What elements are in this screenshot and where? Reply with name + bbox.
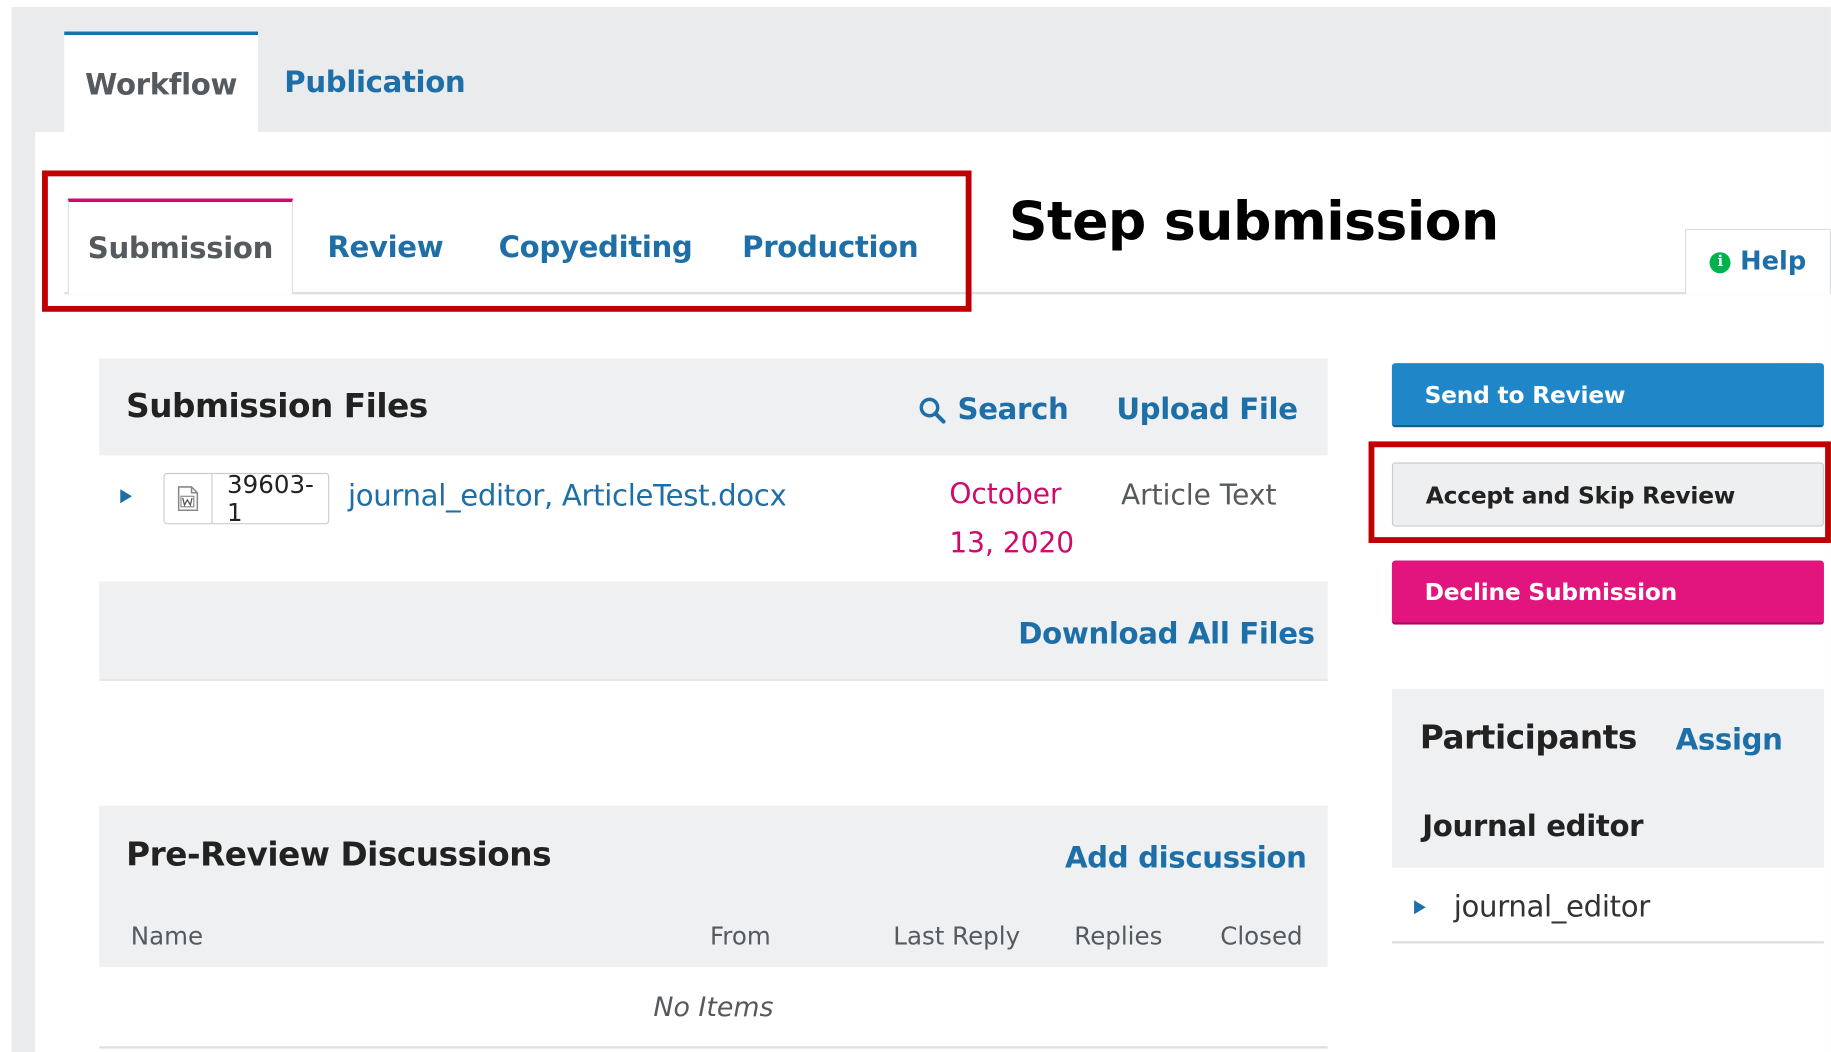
column-header-replies: Replies	[1074, 922, 1163, 951]
info-icon: i	[1709, 251, 1731, 273]
empty-list-message: No Items	[653, 992, 774, 1023]
tab-publication[interactable]: Publication	[258, 32, 492, 134]
download-all-files-button[interactable]: Download All Files	[1018, 617, 1315, 651]
expand-participant-icon[interactable]	[1414, 900, 1426, 915]
file-type: Article Text	[1120, 478, 1277, 512]
upload-file-button[interactable]: Upload File	[1116, 392, 1298, 426]
tab-workflow-label: Workflow	[85, 67, 238, 102]
help-tab[interactable]: i Help	[1684, 228, 1831, 295]
decline-submission-button[interactable]: Decline Submission	[1391, 560, 1824, 625]
expand-row-icon[interactable]	[120, 489, 132, 504]
file-name-link[interactable]: journal_editor, ArticleTest.docx	[348, 479, 787, 513]
file-id: 39603-1	[227, 470, 314, 527]
column-header-last-reply: Last Reply	[893, 922, 1021, 951]
column-header-closed: Closed	[1220, 922, 1303, 951]
help-label: Help	[1740, 247, 1807, 277]
file-date: October 13, 2020	[949, 477, 1075, 560]
participants-title: Participants	[1419, 718, 1637, 757]
stage-tabs-highlight-box	[42, 170, 972, 312]
search-label: Search	[957, 392, 1069, 427]
accept-button-highlight-box	[1368, 441, 1831, 543]
add-discussion-button[interactable]: Add discussion	[1065, 841, 1307, 875]
step-annotation-label: Step submission	[1008, 189, 1499, 253]
column-header-from: From	[709, 922, 771, 951]
search-files-button[interactable]: Search	[918, 392, 1069, 426]
workflow-page: Workflow Publication Submission Review C…	[0, 0, 1831, 1052]
search-icon	[919, 397, 946, 423]
participant-role-heading: Journal editor	[1422, 809, 1644, 844]
participant-name[interactable]: journal_editor	[1454, 890, 1650, 924]
submission-files-title: Submission Files	[126, 386, 428, 426]
column-header-name: Name	[130, 922, 204, 951]
file-id-badge: 39603-1	[163, 470, 330, 527]
assign-participant-button[interactable]: Assign	[1676, 723, 1783, 757]
word-document-icon	[165, 474, 214, 524]
discussions-title: Pre-Review Discussions	[126, 834, 552, 874]
send-to-review-button[interactable]: Send to Review	[1391, 363, 1824, 428]
tab-workflow[interactable]: Workflow	[64, 31, 259, 134]
tab-publication-label: Publication	[284, 65, 466, 100]
